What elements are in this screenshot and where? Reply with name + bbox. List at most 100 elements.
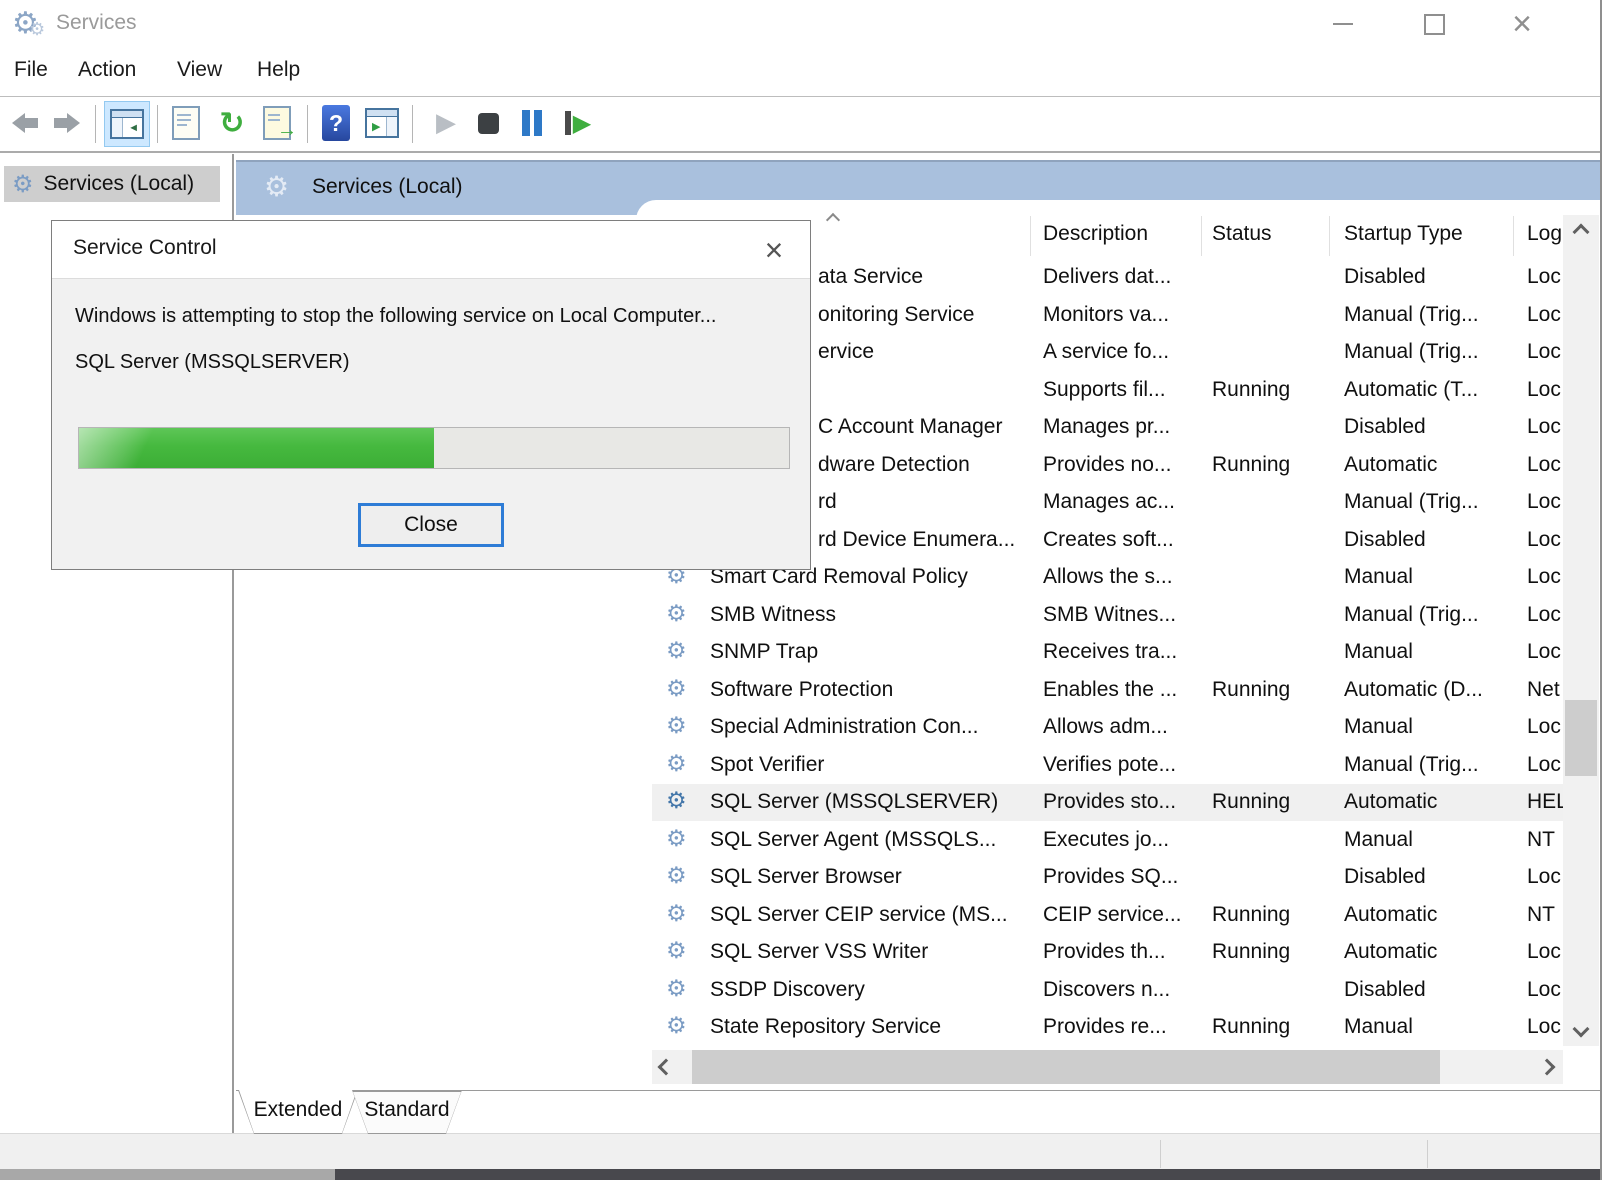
column-divider[interactable] bbox=[1030, 216, 1031, 256]
service-row[interactable]: ⚙ Spot Verifier Verifies pote... Manual … bbox=[652, 747, 1563, 784]
service-startup-cell: Manual bbox=[1344, 828, 1413, 852]
show-hide-console-tree-button[interactable]: ◄ bbox=[104, 101, 150, 147]
column-divider[interactable] bbox=[1329, 216, 1330, 256]
service-startup-cell: Manual (Trig... bbox=[1344, 603, 1479, 627]
close-icon: × bbox=[765, 232, 784, 269]
refresh-button[interactable]: ↻ bbox=[212, 101, 252, 145]
stop-service-button[interactable] bbox=[470, 101, 506, 145]
vertical-scroll-thumb[interactable] bbox=[1565, 700, 1597, 776]
service-name-cell: SQL Server (MSSQLSERVER) bbox=[710, 790, 998, 814]
service-startup-cell: Manual (Trig... bbox=[1344, 303, 1479, 327]
service-row[interactable]: ⚙ SQL Server Agent (MSSQLS... Executes j… bbox=[652, 822, 1563, 859]
status-bar bbox=[0, 1133, 1600, 1170]
service-row[interactable]: ⚙ SQL Server CEIP service (MS... CEIP se… bbox=[652, 897, 1563, 934]
menu-action[interactable]: Action bbox=[78, 58, 136, 82]
menu-file[interactable]: File bbox=[14, 58, 48, 82]
help-button[interactable]: ? bbox=[316, 101, 356, 145]
service-name-cell: Software Protection bbox=[710, 678, 893, 702]
service-startup-cell: Disabled bbox=[1344, 265, 1426, 289]
minimize-button[interactable] bbox=[1311, 0, 1375, 48]
export-list-button[interactable]: → bbox=[256, 101, 298, 145]
show-hide-action-pane-button[interactable]: ▶ bbox=[360, 101, 404, 145]
close-button-label: Close bbox=[404, 513, 458, 537]
service-row[interactable]: ⚙ SQL Server (MSSQLSERVER) Provides sto.… bbox=[652, 784, 1563, 821]
service-gear-icon: ⚙ bbox=[666, 601, 687, 627]
service-row[interactable]: ⚙ Software Protection Enables the ... Ru… bbox=[652, 672, 1563, 709]
scroll-up-button[interactable] bbox=[1563, 215, 1599, 249]
maximize-button[interactable] bbox=[1402, 0, 1466, 48]
status-bar-divider bbox=[1427, 1140, 1428, 1168]
column-divider[interactable] bbox=[1201, 216, 1202, 256]
horizontal-scroll-thumb[interactable] bbox=[692, 1050, 1440, 1084]
status-bar-divider bbox=[1160, 1140, 1161, 1168]
scroll-down-button[interactable] bbox=[1563, 1012, 1599, 1046]
service-logon-cell: NT bbox=[1527, 903, 1555, 927]
service-name-cell: Spot Verifier bbox=[710, 753, 824, 777]
service-description-cell: A service fo... bbox=[1043, 340, 1169, 364]
start-service-button[interactable]: ▶ bbox=[428, 101, 464, 145]
stop-icon bbox=[478, 113, 499, 134]
pause-service-button[interactable] bbox=[512, 101, 552, 145]
dialog-close-button[interactable]: × bbox=[754, 225, 794, 275]
vertical-scrollbar[interactable] bbox=[1563, 215, 1599, 1046]
forward-button[interactable] bbox=[48, 101, 86, 145]
toolbar-separator bbox=[157, 105, 158, 143]
service-startup-cell: Manual bbox=[1344, 715, 1413, 739]
service-logon-cell: NT bbox=[1527, 828, 1555, 852]
column-divider[interactable] bbox=[1513, 216, 1514, 256]
service-status-cell: Running bbox=[1212, 1015, 1290, 1039]
service-status-cell: Running bbox=[1212, 790, 1290, 814]
column-header-log-on-as[interactable]: Log bbox=[1527, 222, 1562, 246]
tree-item-services-local[interactable]: ⚙ Services (Local) bbox=[4, 166, 220, 202]
export-list-icon: → bbox=[263, 106, 291, 140]
tab-standard[interactable]: Standard bbox=[352, 1090, 462, 1134]
column-header-startup-type[interactable]: Startup Type bbox=[1344, 222, 1463, 246]
service-row[interactable]: ⚙ SQL Server VSS Writer Provides th... R… bbox=[652, 934, 1563, 971]
service-logon-cell: Loc bbox=[1527, 715, 1561, 739]
service-description-cell: Discovers n... bbox=[1043, 978, 1170, 1002]
restart-service-button[interactable]: ▶ bbox=[556, 101, 600, 145]
tab-standard-label: Standard bbox=[352, 1098, 462, 1122]
close-button[interactable]: × bbox=[1490, 0, 1554, 48]
service-startup-cell: Manual (Trig... bbox=[1344, 340, 1479, 364]
service-name-cell: SQL Server Browser bbox=[710, 865, 902, 889]
service-startup-cell: Disabled bbox=[1344, 865, 1426, 889]
service-startup-cell: Automatic (T... bbox=[1344, 378, 1478, 402]
back-button[interactable] bbox=[6, 101, 44, 145]
service-logon-cell: Loc bbox=[1527, 528, 1561, 552]
toolbar-divider bbox=[0, 152, 1600, 153]
column-header-status[interactable]: Status bbox=[1212, 222, 1272, 246]
service-logon-cell: Loc bbox=[1527, 265, 1561, 289]
menu-help[interactable]: Help bbox=[257, 58, 300, 82]
service-gear-icon: ⚙ bbox=[666, 676, 687, 702]
service-row[interactable]: ⚙ SMB Witness SMB Witnes... Manual (Trig… bbox=[652, 597, 1563, 634]
service-startup-cell: Manual (Trig... bbox=[1344, 753, 1479, 777]
scroll-right-button[interactable] bbox=[1529, 1050, 1565, 1084]
service-description-cell: Allows the s... bbox=[1043, 565, 1173, 589]
service-gear-icon: ⚙ bbox=[666, 788, 687, 814]
progress-bar-fill bbox=[79, 428, 434, 468]
service-name-cell: SQL Server VSS Writer bbox=[710, 940, 928, 964]
service-row[interactable]: ⚙ State Repository Service Provides re..… bbox=[652, 1009, 1563, 1046]
service-row[interactable]: ⚙ Special Administration Con... Allows a… bbox=[652, 709, 1563, 746]
chevron-right-icon bbox=[1539, 1059, 1556, 1076]
column-header-description[interactable]: Description bbox=[1043, 222, 1148, 246]
service-startup-cell: Manual bbox=[1344, 565, 1413, 589]
tab-extended[interactable]: Extended bbox=[238, 1090, 358, 1134]
service-status-cell: Running bbox=[1212, 678, 1290, 702]
horizontal-scrollbar[interactable] bbox=[652, 1050, 1563, 1084]
service-row[interactable]: ⚙ SSDP Discovery Discovers n... Disabled… bbox=[652, 972, 1563, 1009]
menu-view[interactable]: View bbox=[177, 58, 222, 82]
properties-button[interactable] bbox=[166, 101, 206, 145]
dialog-close-action-button[interactable]: Close bbox=[358, 503, 504, 547]
service-row[interactable]: ⚙ SQL Server Browser Provides SQ... Disa… bbox=[652, 859, 1563, 896]
services-window: ⚙⚙ Services × File Action View Help ◄ ↻ bbox=[0, 0, 1602, 1180]
progress-bar bbox=[78, 427, 790, 469]
service-name-cell: ervice bbox=[818, 340, 874, 364]
service-description-cell: Receives tra... bbox=[1043, 640, 1177, 664]
service-row[interactable]: ⚙ SNMP Trap Receives tra... Manual Loc bbox=[652, 634, 1563, 671]
service-description-cell: Provides th... bbox=[1043, 940, 1166, 964]
properties-icon bbox=[172, 106, 200, 140]
scroll-left-button[interactable] bbox=[648, 1050, 684, 1084]
service-gear-icon: ⚙ bbox=[666, 901, 687, 927]
